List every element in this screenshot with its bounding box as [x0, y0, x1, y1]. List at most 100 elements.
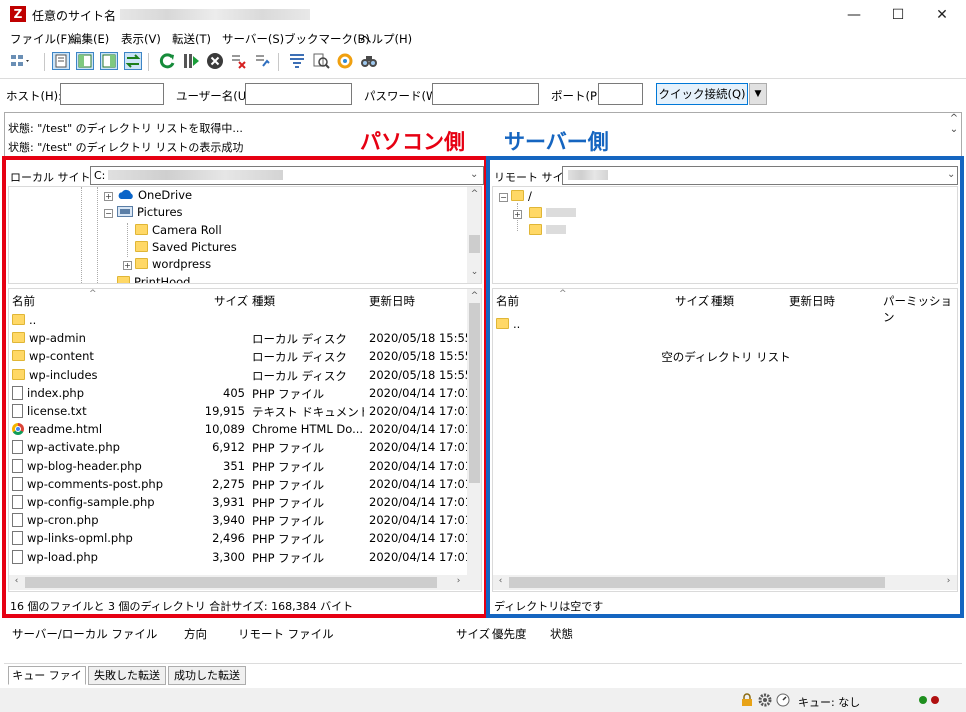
- menu-file[interactable]: ファイル(F): [10, 31, 72, 47]
- file-row[interactable]: wp-activate.php 6,912 PHP ファイル 2020/04/14 1…: [9, 438, 467, 456]
- queue-col-direction[interactable]: 方向: [184, 626, 207, 642]
- file-row[interactable]: wp-comments-post.php 2,275 PHP ファイル 2020/04…: [9, 475, 467, 493]
- tree-node-remote-folder[interactable]: [529, 206, 576, 220]
- file-row[interactable]: wp-load.php 3,300 PHP ファイル 2020/04/14 17:01…: [9, 548, 467, 566]
- tab-queued-files[interactable]: キュー ファイル: [8, 666, 86, 699]
- sync-browsing-icon[interactable]: [336, 52, 354, 70]
- quickconnect-history-dropdown[interactable]: ▼: [749, 83, 767, 105]
- file-row[interactable]: index.php 405 PHP ファイル 2020/04/14 17:01:40: [9, 384, 467, 402]
- gear-icon[interactable]: [758, 693, 772, 707]
- file-type: ローカル ディスク: [252, 368, 347, 383]
- queue-header: サーバー/ローカル ファイル 方向 リモート ファイル サイズ 優先度 状態: [4, 624, 962, 642]
- toggle-remote-tree-icon[interactable]: [100, 52, 118, 70]
- file-type: ローカル ディスク: [252, 350, 347, 365]
- queue-col-server-local[interactable]: サーバー/ローカル ファイル: [12, 626, 157, 642]
- column-name[interactable]: 名前: [12, 293, 35, 309]
- file-size: 2,275: [212, 476, 245, 491]
- site-manager-icon[interactable]: [10, 52, 32, 70]
- directory-filter-icon[interactable]: [288, 52, 306, 70]
- tree-node-onedrive[interactable]: OneDrive: [117, 188, 192, 202]
- queue-col-remote-file[interactable]: リモート ファイル: [238, 626, 334, 642]
- file-row[interactable]: ..: [493, 315, 957, 333]
- menu-help[interactable]: ヘルプ(H): [360, 31, 412, 47]
- minimize-button[interactable]: —: [834, 4, 874, 26]
- username-input[interactable]: [245, 83, 352, 105]
- menu-edit[interactable]: 編集(E): [70, 31, 109, 47]
- local-list-hscrollbar[interactable]: ‹ ›: [9, 575, 481, 590]
- chevron-down-icon[interactable]: ⌄: [947, 169, 955, 180]
- column-type[interactable]: 種類: [252, 293, 275, 309]
- tree-node-root[interactable]: /: [511, 189, 532, 203]
- column-name[interactable]: 名前: [496, 293, 519, 309]
- local-tree-scrollbar[interactable]: ^ ⌄: [467, 187, 481, 283]
- maximize-button[interactable]: ☐: [878, 4, 918, 26]
- search-icon[interactable]: [360, 52, 378, 70]
- column-type[interactable]: 種類: [711, 293, 734, 309]
- tree-node-camera-roll[interactable]: Camera Roll: [135, 223, 222, 237]
- tab-failed-transfers[interactable]: 失敗した転送: [88, 666, 166, 685]
- tree-collapse-icon[interactable]: −: [104, 209, 113, 218]
- tree-expand-icon[interactable]: +: [104, 192, 113, 201]
- log-scrollbar[interactable]: ^ ⌄: [947, 113, 961, 157]
- tree-node-wordpress[interactable]: wordpress: [135, 257, 211, 271]
- reconnect-icon[interactable]: [254, 52, 272, 70]
- column-modified[interactable]: 更新日時: [789, 293, 835, 309]
- file-modified: 2020/04/14 17:01:40: [369, 476, 467, 491]
- column-size[interactable]: サイズ: [675, 293, 709, 309]
- remote-site-input[interactable]: [562, 166, 958, 185]
- tree-node-remote-folder[interactable]: [529, 223, 566, 237]
- tree-node-pictures[interactable]: Pictures: [117, 205, 183, 219]
- column-modified[interactable]: 更新日時: [369, 293, 415, 309]
- file-icon: [12, 531, 23, 546]
- column-size[interactable]: サイズ: [214, 293, 248, 309]
- chevron-down-icon[interactable]: ⌄: [470, 169, 478, 180]
- refresh-icon[interactable]: [158, 52, 176, 70]
- file-row[interactable]: readme.html 10,089 Chrome HTML Do... 2020/0…: [9, 420, 467, 438]
- toggle-local-tree-icon[interactable]: [76, 52, 94, 70]
- tree-collapse-icon[interactable]: −: [499, 193, 508, 202]
- close-button[interactable]: ✕: [922, 4, 962, 26]
- file-icon: [12, 385, 23, 400]
- local-list-scrollbar[interactable]: ^: [467, 289, 481, 575]
- password-input[interactable]: [432, 83, 539, 105]
- remote-list-hscrollbar[interactable]: ‹ ›: [493, 575, 957, 590]
- speed-limit-icon[interactable]: [776, 693, 790, 707]
- tree-node-saved-pictures[interactable]: Saved Pictures: [135, 240, 237, 254]
- queue-col-status[interactable]: 状態: [550, 626, 573, 642]
- file-row[interactable]: wp-content ローカル ディスク 2020/05/18 15:55:12: [9, 347, 467, 365]
- toolbar: [0, 48, 966, 76]
- file-row[interactable]: ..: [9, 311, 467, 329]
- remote-status: ディレクトリは空です: [492, 596, 958, 614]
- queue-col-priority[interactable]: 優先度: [492, 626, 527, 642]
- file-row[interactable]: wp-blog-header.php 351 PHP ファイル 2020/04/14 …: [9, 457, 467, 475]
- tree-expand-icon[interactable]: +: [513, 210, 522, 219]
- queue-col-size[interactable]: サイズ: [456, 626, 490, 642]
- file-row[interactable]: wp-admin ローカル ディスク 2020/05/18 15:55:11: [9, 329, 467, 347]
- file-row[interactable]: wp-cron.php 3,940 PHP ファイル 2020/04/14 17:01…: [9, 511, 467, 529]
- process-queue-icon[interactable]: [182, 52, 200, 70]
- file-row[interactable]: license.txt 19,915 テキスト ドキュメント 2020/04/14 1…: [9, 402, 467, 420]
- file-name: wp-admin: [29, 331, 86, 346]
- menu-server[interactable]: サーバー(S): [222, 31, 284, 47]
- pictures-folder-icon: [117, 206, 133, 217]
- tree-expand-icon[interactable]: +: [123, 261, 132, 270]
- file-modified: 2020/04/14 17:01:40: [369, 495, 467, 509]
- quickconnect-button[interactable]: クイック接続(Q): [656, 83, 748, 105]
- disconnect-icon[interactable]: [230, 52, 248, 70]
- toggle-queue-icon[interactable]: [124, 52, 142, 70]
- file-row[interactable]: wp-config-sample.php 3,931 PHP ファイル 2020/04…: [9, 493, 467, 511]
- compare-icon[interactable]: [312, 52, 330, 70]
- menu-view[interactable]: 表示(V): [121, 31, 161, 47]
- tree-node-printhood[interactable]: PrintHood: [117, 275, 190, 283]
- cancel-operation-icon[interactable]: [206, 52, 224, 70]
- file-row[interactable]: wp-includes ローカル ディスク 2020/05/18 15:55:17: [9, 366, 467, 384]
- menu-bookmarks[interactable]: ブックマーク(B): [284, 31, 370, 47]
- file-icon: [12, 476, 23, 491]
- toggle-log-icon[interactable]: [52, 52, 70, 70]
- host-input[interactable]: [60, 83, 164, 105]
- menu-transfer[interactable]: 転送(T): [172, 31, 211, 47]
- tab-successful-transfers[interactable]: 成功した転送: [168, 666, 246, 685]
- file-icon: [12, 513, 23, 528]
- port-input[interactable]: [598, 83, 643, 105]
- file-row[interactable]: wp-links-opml.php 2,496 PHP ファイル 2020/04/14…: [9, 529, 467, 547]
